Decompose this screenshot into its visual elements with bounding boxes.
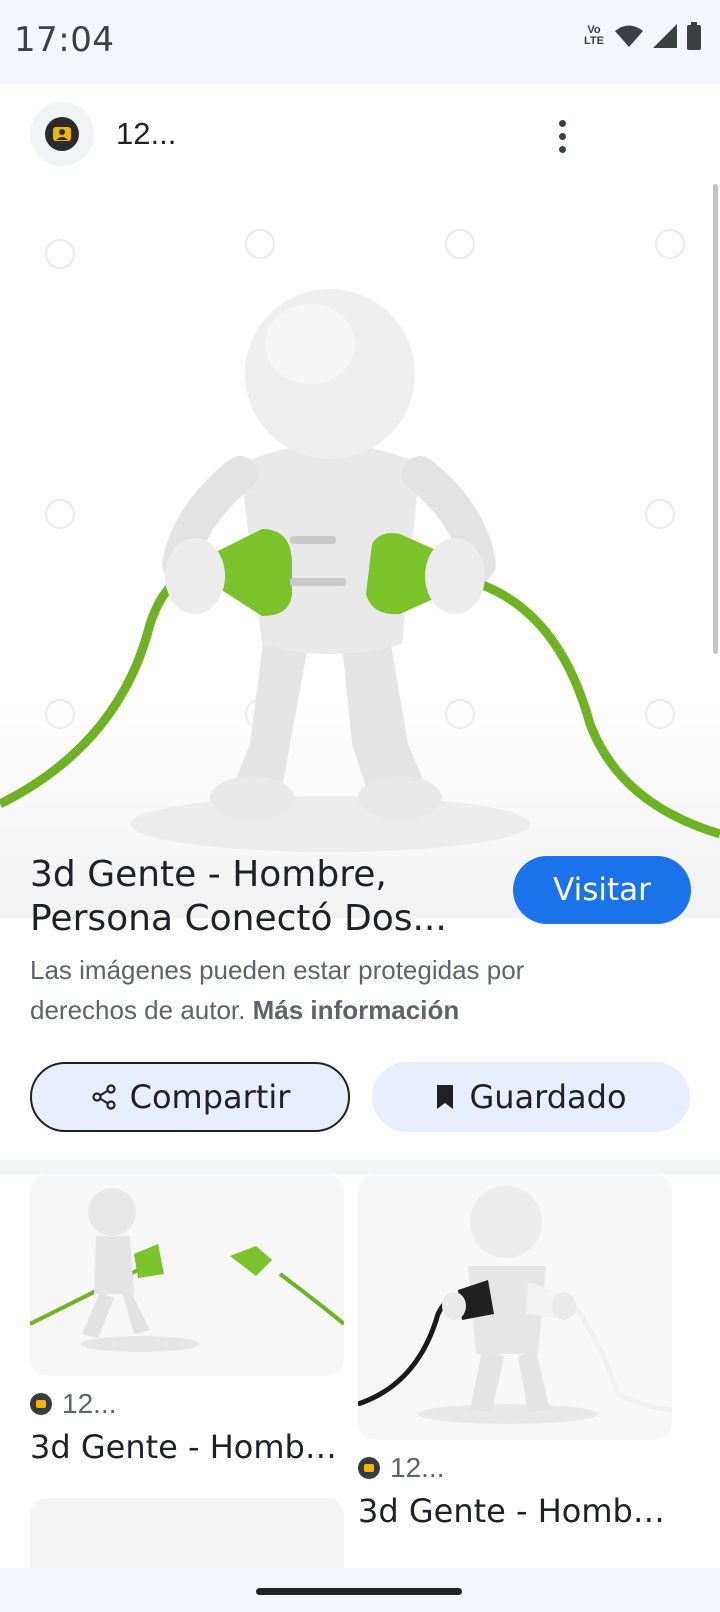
status-bar: 17:04 Vo LTE	[0, 0, 720, 84]
source-row[interactable]: 12...	[30, 102, 590, 166]
share-icon	[92, 1084, 116, 1110]
related-thumbnail[interactable]	[30, 1498, 344, 1568]
related-thumbnail[interactable]	[358, 1174, 672, 1440]
saved-label: Guardado	[469, 1078, 627, 1116]
more-options-button[interactable]	[544, 112, 580, 160]
volte-icon: Vo LTE	[584, 24, 604, 47]
user-badge-icon	[358, 1457, 380, 1479]
share-label: Compartir	[129, 1078, 291, 1116]
3d-man-plugs-image	[0, 229, 720, 852]
related-source[interactable]: 12...	[358, 1452, 672, 1484]
wifi-icon	[615, 25, 643, 47]
section-divider	[0, 1160, 720, 1174]
related-source-name: 12...	[390, 1452, 445, 1483]
more-dot-icon	[558, 119, 566, 127]
more-dot-icon	[558, 145, 566, 153]
source-name[interactable]: 12...	[116, 116, 176, 152]
share-button[interactable]: Compartir	[30, 1062, 350, 1132]
user-badge-icon	[45, 117, 79, 151]
home-indicator[interactable]	[256, 1588, 462, 1595]
battery-icon	[687, 22, 701, 50]
visit-button[interactable]: Visitar	[513, 856, 691, 924]
related-title: 3d Gente - Hombr...	[30, 1428, 344, 1466]
related-source[interactable]: 12...	[30, 1388, 344, 1420]
hero-image[interactable]	[0, 184, 720, 918]
image-detail-page: 12... 3d Gente - Hombre, Persona Conectó…	[0, 84, 720, 1568]
more-info-link[interactable]: Más información	[253, 995, 460, 1025]
related-thumbnail[interactable]	[30, 1174, 344, 1376]
related-card[interactable]: 12... 3d Gente - Hombr...	[358, 1174, 672, 1530]
navigation-bar	[0, 1568, 720, 1612]
signal-icon	[653, 24, 677, 48]
status-time: 17:04	[14, 20, 115, 60]
copyright-notice: Las imágenes pueden estar protegidas por…	[30, 950, 630, 1030]
3d-man-walking-plug-image	[30, 1174, 344, 1376]
related-title: 3d Gente - Hombr...	[358, 1492, 672, 1530]
result-title: 3d Gente - Hombre, Persona Conectó Dos..…	[30, 854, 447, 939]
scrollbar[interactable]	[713, 184, 718, 654]
related-card[interactable]: 12... 3d Gente - Hombr...	[30, 1174, 344, 1466]
3d-man-black-white-plugs-image	[358, 1174, 672, 1440]
related-source-name: 12...	[62, 1388, 117, 1419]
user-badge-icon	[30, 1393, 52, 1415]
source-avatar[interactable]	[30, 102, 94, 166]
saved-button[interactable]: Guardado	[372, 1062, 690, 1132]
status-icons: Vo LTE	[582, 22, 702, 50]
bookmark-icon	[437, 1085, 454, 1109]
more-dot-icon	[558, 132, 566, 140]
